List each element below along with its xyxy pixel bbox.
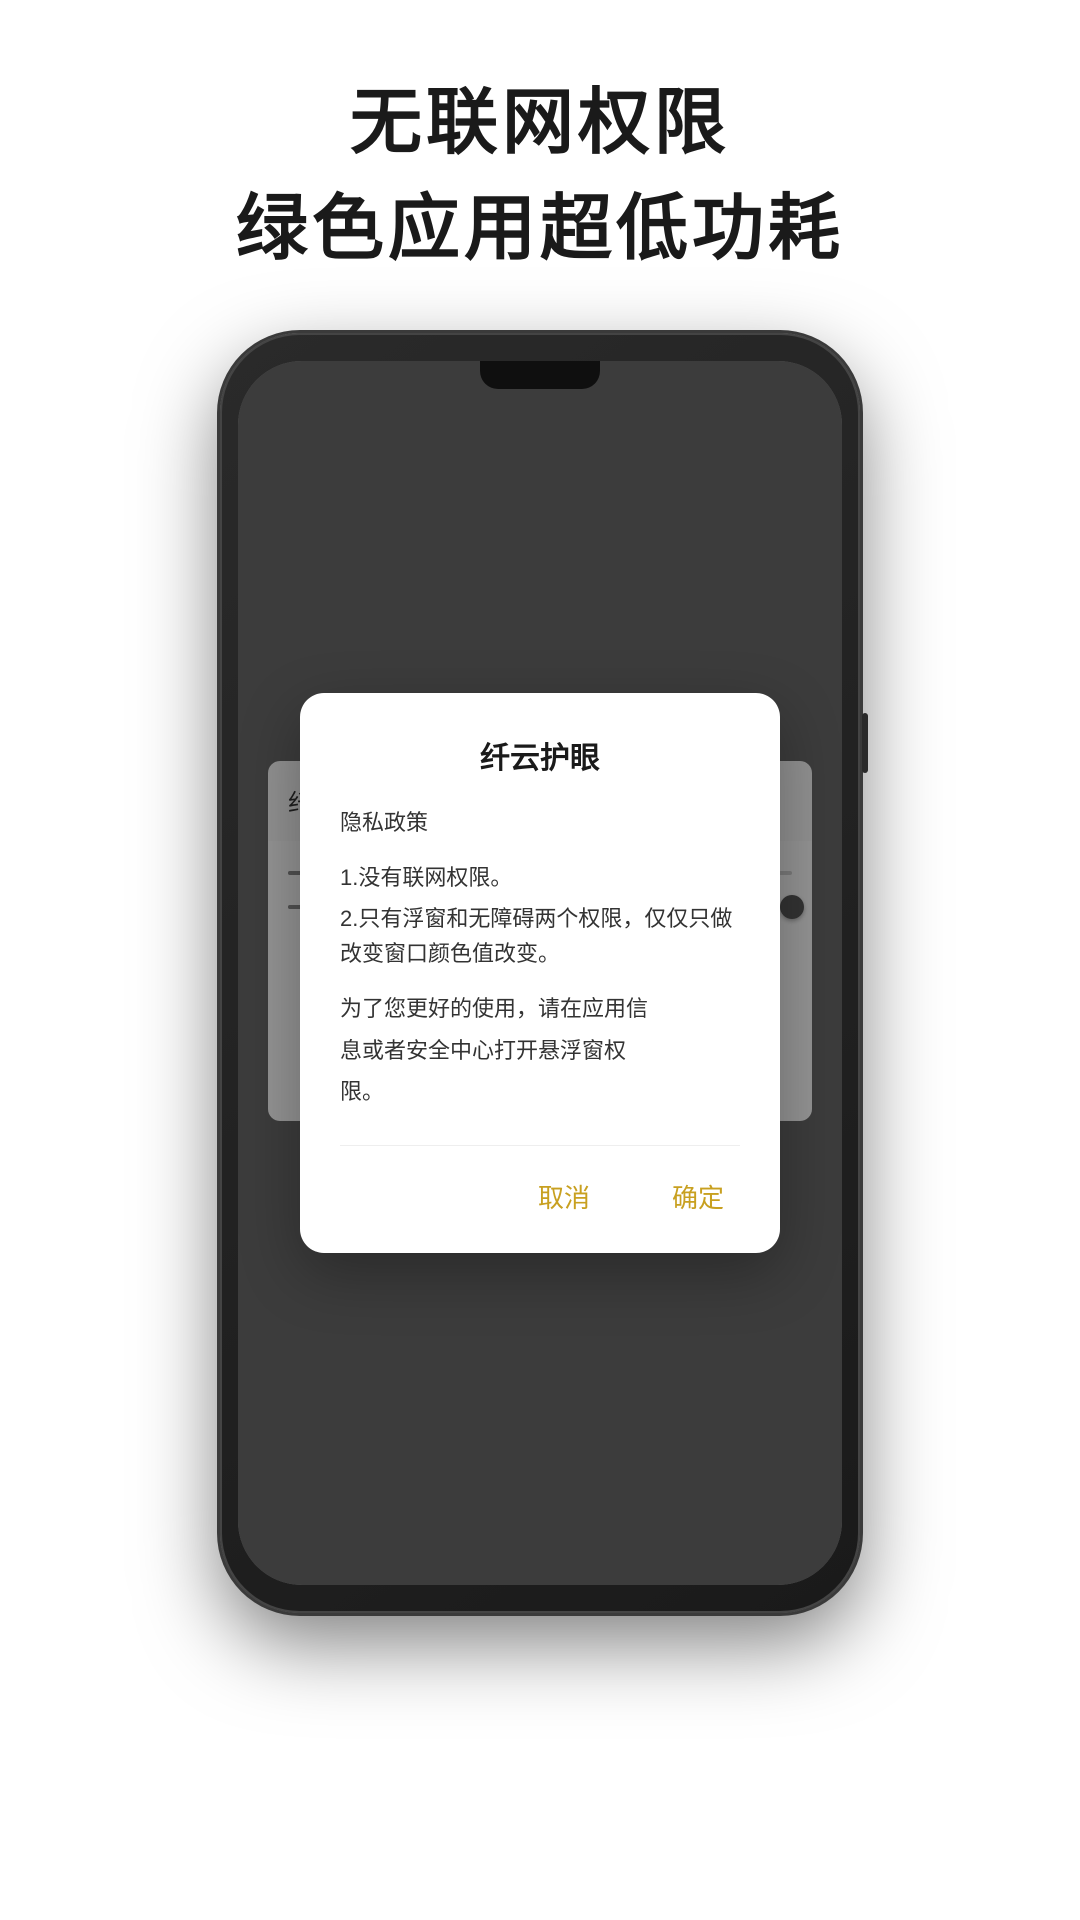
dialog-body-line6: 息或者安全中心打开悬浮窗权 <box>340 1033 740 1068</box>
dialog-body-privacy: 隐私政策 <box>340 805 740 840</box>
dialog-body-line7: 限。 <box>340 1074 740 1109</box>
headline-line1: 无联网权限 <box>60 80 1020 166</box>
phone-mockup: 纤云... ⋮ <box>220 333 860 1613</box>
dialog-body: 隐私政策 1.没有联网权限。 2.只有浮窗和无障碍两个权限，仅仅只做改变窗口颜色… <box>340 805 740 1109</box>
confirm-button[interactable]: 确定 <box>656 1170 740 1223</box>
dialog-overlay: 纤云护眼 隐私政策 1.没有联网权限。 2.只有浮窗和无障碍两个权限，仅仅只做改… <box>238 361 842 1585</box>
phone-shell: 纤云... ⋮ <box>220 333 860 1613</box>
dialog-title: 纤云护眼 <box>340 733 740 777</box>
dialog-body-line3: 2.只有浮窗和无障碍两个权限，仅仅只做改变窗口颜色值改变。 <box>340 901 740 971</box>
phone-screen: 纤云... ⋮ <box>238 361 842 1585</box>
headline-area: 无联网权限 绿色应用超低功耗 <box>0 0 1080 313</box>
side-button <box>862 713 868 773</box>
dialog-body-line2: 1.没有联网权限。 <box>340 860 740 895</box>
dialog-box: 纤云护眼 隐私政策 1.没有联网权限。 2.只有浮窗和无障碍两个权限，仅仅只做改… <box>300 693 780 1253</box>
headline-line2: 绿色应用超低功耗 <box>60 186 1020 272</box>
screen-content: 纤云... ⋮ <box>238 361 842 1585</box>
dialog-buttons: 取消 确定 <box>340 1145 740 1223</box>
cancel-button[interactable]: 取消 <box>522 1170 606 1223</box>
dialog-body-line5: 为了您更好的使用，请在应用信 <box>340 991 740 1026</box>
